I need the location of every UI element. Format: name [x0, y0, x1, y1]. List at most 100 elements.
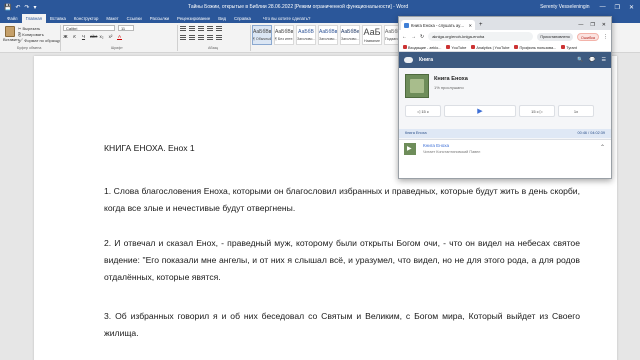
underline-button[interactable]: Ч [81, 34, 86, 40]
font-name-select[interactable]: Calibri [63, 25, 115, 31]
customize-qat-icon[interactable]: ▾ [34, 4, 37, 11]
play-button[interactable]: ▶ [444, 105, 516, 117]
multilevel-list-icon[interactable] [198, 26, 204, 31]
browser-tab[interactable]: Книга Еноха - слушать аудиокн... ✕ [401, 20, 475, 30]
tab-layout[interactable]: Макет [102, 14, 122, 23]
sync-error-pill[interactable]: Ошибка [576, 32, 599, 41]
font-size-select[interactable]: 11 [118, 25, 134, 31]
tab-review[interactable]: Рецензирование [173, 14, 214, 23]
mini-player-title[interactable]: Книга Еноха [423, 143, 449, 148]
restore-button[interactable]: ❐ [615, 4, 620, 11]
tab-mailings[interactable]: Рассылки [146, 14, 173, 23]
bookmark-item[interactable]: Входящие - zeklo... [403, 44, 441, 50]
style-heading-2[interactable]: АаБбВвГ Заголово... [318, 25, 338, 45]
browser-menu-icon[interactable]: ⋮ [603, 34, 608, 40]
numbering-icon[interactable] [189, 26, 195, 31]
chevron-up-icon[interactable]: ⌃ [600, 144, 605, 151]
style-heading-3[interactable]: АаБбВеГ Заголово... [340, 25, 360, 45]
clipboard-actions: ✂ Вырезать ⎘ Копировать 🖌 Формат по обра… [18, 26, 60, 44]
close-button[interactable]: ✕ [629, 4, 634, 11]
save-icon[interactable]: 💾 [4, 4, 11, 11]
style-normal[interactable]: АаБбВвГг, ¶ Обычный [252, 25, 272, 45]
align-right-icon[interactable] [198, 35, 204, 40]
paragraph-group-label: Абзац [208, 46, 219, 50]
line-spacing-icon[interactable] [216, 35, 222, 40]
bookmark-item[interactable]: Tyrant [561, 44, 577, 50]
track-row[interactable]: Книга Еноха 00:46 / 04:02:39 [399, 129, 611, 138]
profile-paused-pill[interactable]: Приостановлено [537, 32, 573, 41]
style-heading-1[interactable]: АаБбВ Заголово... [296, 25, 316, 45]
style-no-spacing[interactable]: АаБбВвГг, ¶ Без инте... [274, 25, 294, 45]
tab-design[interactable]: Конструктор [70, 14, 103, 23]
back-icon[interactable]: ← [402, 34, 407, 40]
screen: 💾 ↶ ↷ ▾ Тайны Божии, открытые в Библии 2… [0, 0, 640, 360]
chat-icon[interactable]: 💬 [589, 57, 595, 63]
ribbon-divider [60, 25, 61, 51]
forward-icon[interactable]: → [411, 34, 416, 40]
tab-references[interactable]: Ссылки [123, 14, 146, 23]
rewind-15-button[interactable]: ◁ 15 с [405, 105, 441, 117]
redo-icon[interactable]: ↷ [25, 4, 30, 11]
site-name: Книга [419, 57, 434, 63]
player-controls: ◁ 15 с ▶ 15 с ▷ 1x [405, 105, 605, 117]
mini-play-icon[interactable]: ▶ [407, 145, 412, 152]
youtube-icon [471, 44, 476, 49]
clipboard-group-label: Буфер обмена [17, 46, 42, 50]
word-window-controls: — ❐ ✕ [594, 4, 640, 11]
document-paragraph: 3. Об избранных говорил я и об них бесед… [104, 311, 580, 338]
site-favicon-icon [404, 22, 409, 28]
minimize-button[interactable]: — [600, 4, 606, 11]
align-buttons [180, 35, 248, 40]
tab-file[interactable]: Файл [3, 14, 22, 23]
bold-button[interactable]: Ж [63, 34, 68, 40]
user-name[interactable]: Serenty Vesseleningin [536, 4, 593, 10]
align-left-icon[interactable] [180, 35, 186, 40]
mini-player: ▶ Книга Еноха Читает Константиновский Па… [399, 139, 611, 158]
listen-progress: 1% прослушано [434, 85, 464, 90]
tab-home[interactable]: Главная [21, 14, 46, 23]
ribbon-divider [177, 25, 178, 51]
book-cover[interactable] [405, 74, 429, 98]
playback-speed-button[interactable]: 1x [558, 105, 594, 117]
paragraph-group: Абзац [180, 25, 248, 51]
undo-icon[interactable]: ↶ [15, 4, 20, 11]
site-header-icons: 🔍 💬 ☰ [577, 57, 606, 63]
browser-restore-button[interactable]: ❐ [590, 22, 594, 28]
tab-insert[interactable]: Вставка [46, 14, 70, 23]
menu-icon[interactable]: ☰ [602, 57, 606, 63]
browser-close-button[interactable]: ✕ [602, 22, 606, 28]
ribbon-divider [250, 25, 251, 51]
bookmark-item[interactable]: Analytics | YouTube [471, 44, 509, 50]
decrease-indent-icon[interactable] [207, 26, 213, 31]
document-paragraph: 2. И отвечал и сказал Енох, - праведный … [104, 238, 580, 282]
tab-help[interactable]: Справка [230, 14, 255, 23]
increase-indent-icon[interactable] [216, 26, 222, 31]
align-center-icon[interactable] [189, 35, 195, 40]
bookmarks-bar: Входящие - zeklo... YouTube Analytics | … [399, 43, 611, 52]
bookmark-item[interactable]: YouTube [446, 44, 466, 50]
book-title[interactable]: Книга Еноха [434, 76, 468, 82]
browser-window: Книга Еноха - слушать аудиокн... ✕ + — ❐… [398, 16, 612, 179]
site-logo-icon[interactable] [404, 57, 413, 63]
style-title[interactable]: АаБ Название [362, 25, 382, 45]
superscript-button[interactable]: x² [108, 34, 113, 40]
bullets-icon[interactable] [180, 26, 186, 31]
search-icon[interactable]: 🔍 [577, 57, 583, 63]
justify-icon[interactable] [207, 35, 213, 40]
new-tab-button[interactable]: + [475, 22, 487, 30]
address-bar[interactable]: akniga.org/enoh-kniga-enoha [428, 32, 534, 41]
browser-window-controls: — ❐ ✕ [573, 22, 611, 30]
forward-15-button[interactable]: 15 с ▷ [519, 105, 555, 117]
paste-button[interactable]: Вставить [3, 25, 20, 45]
bookmark-item[interactable]: Профиль пользова... [514, 44, 556, 50]
tell-me-search[interactable]: Что вы хотите сделать? [263, 16, 311, 21]
browser-minimize-button[interactable]: — [578, 22, 583, 28]
strikethrough-button[interactable]: abc [90, 34, 97, 40]
format-painter-button[interactable]: 🖌 Формат по образцу [18, 38, 60, 44]
italic-button[interactable]: К [72, 34, 77, 40]
tab-view[interactable]: Вид [214, 14, 230, 23]
subscript-button[interactable]: x₂ [99, 34, 104, 40]
reload-icon[interactable]: ↻ [420, 34, 424, 40]
close-tab-icon[interactable]: ✕ [468, 23, 472, 28]
font-color-button[interactable]: A [117, 34, 122, 40]
